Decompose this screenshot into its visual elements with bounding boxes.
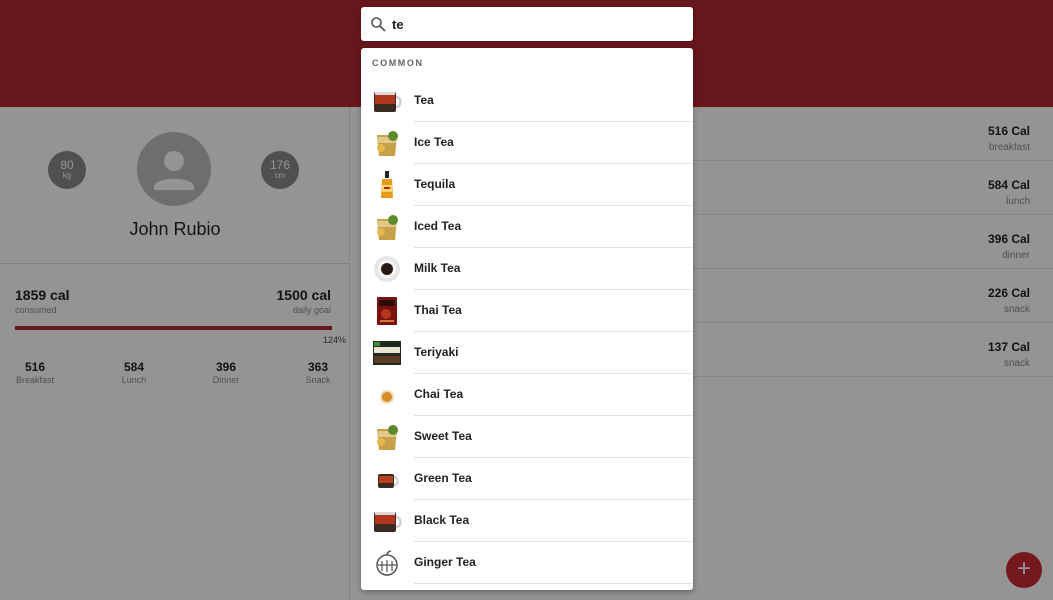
result-item-thai-tea[interactable]: Thai Tea [361, 290, 693, 332]
result-item-sweet-tea[interactable]: Sweet Tea [361, 416, 693, 458]
result-item-chai-tea[interactable]: Chai Tea [361, 374, 693, 416]
result-label: Teriyaki [414, 345, 459, 359]
generic-food-icon [376, 550, 398, 576]
result-label: Ice Tea [414, 135, 454, 149]
tea-mug-icon [374, 512, 402, 532]
tequila-bottle-icon [381, 171, 393, 198]
milk-tea-cup-icon [374, 256, 400, 282]
teriyaki-bottle-icon [373, 341, 401, 365]
result-item-ice-tea[interactable]: Ice Tea [361, 122, 693, 164]
thai-tea-package-icon [377, 297, 397, 325]
result-label: Black Tea [414, 513, 470, 527]
result-item-green-tea[interactable]: Green Tea [361, 458, 693, 500]
result-item-black-tea[interactable]: Black Tea [361, 500, 693, 542]
chai-cup-icon [380, 390, 394, 404]
result-item-tea[interactable]: Tea [361, 80, 693, 122]
iced-tea-glass-icon [377, 425, 398, 450]
result-label: Thai Tea [414, 303, 462, 317]
section-label-common: COMMON [372, 58, 424, 68]
result-label: Green Tea [414, 471, 472, 485]
result-label: Sweet Tea [414, 429, 472, 443]
iced-tea-glass-icon [377, 131, 398, 156]
result-item-iced-tea[interactable]: Iced Tea [361, 206, 693, 248]
result-label: Milk Tea [414, 261, 461, 275]
search-input[interactable] [391, 7, 681, 41]
result-item-milk-tea[interactable]: Milk Tea [361, 248, 693, 290]
divider [414, 583, 693, 584]
result-item-teriyaki[interactable]: Teriyaki [361, 332, 693, 374]
result-label: Iced Tea [414, 219, 462, 233]
result-label: Chai Tea [414, 387, 464, 401]
food-search-bar[interactable] [361, 7, 693, 41]
green-tea-mug-icon [378, 474, 399, 488]
result-label: Ginger Tea [414, 555, 476, 569]
tea-mug-icon [374, 92, 402, 112]
search-icon [371, 17, 386, 32]
result-item-tequila[interactable]: Tequila [361, 164, 693, 206]
iced-tea-glass-icon [377, 215, 398, 240]
result-item-ginger-tea[interactable]: Ginger Tea [361, 542, 693, 584]
search-results-dropdown: COMMON Tea Ice Tea Tequila Iced Tea Milk… [361, 48, 693, 590]
result-label: Tea [414, 93, 434, 107]
result-label: Tequila [414, 177, 456, 191]
